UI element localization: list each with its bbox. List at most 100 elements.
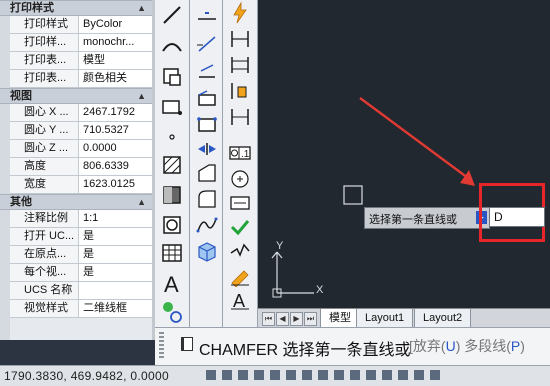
prop-value[interactable]: 806.6339 — [79, 158, 152, 175]
transparency-icon[interactable] — [382, 370, 392, 380]
prop-value[interactable]: monochr... — [79, 34, 152, 51]
3d-osnap-icon[interactable] — [302, 370, 312, 380]
drawing-canvas[interactable]: Y X 选择第一条直线或 ▸ D — [258, 0, 550, 308]
option-polyline-key[interactable]: P — [511, 338, 520, 354]
status-bar: 1790.3830, 469.9482, 0.0000 — [0, 365, 550, 386]
aligned-dim-icon[interactable] — [193, 30, 221, 56]
break-dim-icon[interactable] — [193, 136, 221, 162]
prop-row[interactable]: 打印样... monochr... — [0, 34, 152, 52]
radius-dim-icon[interactable] — [193, 112, 221, 138]
add-selected-icon[interactable] — [158, 298, 186, 324]
arc-tool-icon[interactable] — [158, 34, 186, 60]
quick-properties-icon[interactable] — [398, 370, 408, 380]
prop-row[interactable]: UCS 名称 — [0, 282, 152, 300]
line-tool-icon[interactable] — [158, 2, 186, 28]
prop-row[interactable]: 圆心 X ... 2467.1792 — [0, 104, 152, 122]
spline-icon[interactable] — [193, 212, 221, 238]
prop-row[interactable]: 高度 806.6339 — [0, 158, 152, 176]
linear-dim-icon[interactable] — [193, 2, 221, 28]
prop-value[interactable]: 二维线框 — [79, 300, 152, 317]
command-line[interactable]: CHAMFER 选择第一条直线或 [放弃(U) 多段线(P) — [155, 327, 550, 366]
tab-model[interactable]: 模型 — [320, 309, 360, 328]
text-tool-icon[interactable]: A — [158, 270, 186, 296]
prop-value[interactable]: 0.0000 — [79, 140, 152, 157]
prop-row[interactable]: 打印样式 ByColor — [0, 16, 152, 34]
dim-continue-icon[interactable] — [226, 52, 254, 78]
prop-value[interactable]: 2467.1792 — [79, 104, 152, 121]
prop-value[interactable]: 是 — [79, 228, 152, 245]
section-misc[interactable]: 其他 ▲ — [0, 194, 152, 210]
last-tab-icon[interactable]: ⏭ — [304, 312, 317, 326]
hatch-tool-icon[interactable] — [158, 152, 186, 178]
palette-grip[interactable] — [0, 0, 10, 340]
dynamic-input-icon[interactable] — [350, 370, 360, 380]
prop-value[interactable]: 颜色相关 — [79, 70, 152, 87]
inspect-icon[interactable] — [226, 190, 254, 216]
lineweight-icon[interactable] — [366, 370, 376, 380]
lightning-icon[interactable] — [226, 0, 254, 26]
dim-break-icon[interactable] — [226, 104, 254, 130]
tab-layout2[interactable]: Layout2 — [414, 309, 472, 328]
command-grip-icon[interactable] — [159, 332, 164, 360]
prop-value[interactable]: 是 — [79, 264, 152, 281]
angular-dim-icon[interactable] — [193, 160, 221, 186]
collapse-icon[interactable]: ▲ — [137, 1, 146, 15]
first-tab-icon[interactable]: ⏮ — [262, 312, 275, 326]
box-3d-icon[interactable] — [193, 238, 221, 264]
prop-row[interactable]: 圆心 Y ... 710.5327 — [0, 122, 152, 140]
prop-value[interactable]: 1623.0125 — [79, 176, 152, 193]
prop-row[interactable]: 打开 UC... 是 — [0, 228, 152, 246]
prop-row[interactable]: 打印表... 颜色相关 — [0, 70, 152, 88]
selection-cycling-icon[interactable] — [414, 370, 424, 380]
prop-value[interactable] — [79, 282, 152, 299]
quick-dim-icon[interactable] — [193, 186, 221, 212]
prop-value[interactable]: 1:1 — [79, 210, 152, 227]
dim-space-icon[interactable] — [226, 78, 254, 104]
tab-layout1[interactable]: Layout1 — [356, 309, 414, 328]
otrack-icon[interactable] — [318, 370, 328, 380]
dim-baseline-icon[interactable] — [226, 26, 254, 52]
prop-row[interactable]: 每个视... 是 — [0, 264, 152, 282]
prop-value[interactable]: 模型 — [79, 52, 152, 69]
snap-mode-icon[interactable] — [222, 370, 232, 380]
infer-constraint-icon[interactable] — [206, 370, 216, 380]
rectangle-tool-icon[interactable] — [158, 94, 186, 120]
center-mark-icon[interactable] — [226, 166, 254, 192]
section-print-style[interactable]: 打印样式 ▲ — [0, 0, 152, 16]
gradient-tool-icon[interactable] — [158, 182, 186, 208]
coordinate-readout[interactable]: 1790.3830, 469.9482, 0.0000 — [4, 369, 169, 383]
prop-value[interactable]: 710.5327 — [79, 122, 152, 139]
prop-row[interactable]: 宽度 1623.0125 — [0, 176, 152, 194]
dim-text-edit-icon[interactable]: A — [226, 286, 254, 312]
annotation-monitor-icon[interactable] — [430, 370, 440, 380]
prop-row[interactable]: 视觉样式 二维线框 — [0, 300, 152, 318]
region-tool-icon[interactable] — [158, 212, 186, 238]
object-snap-icon[interactable] — [286, 370, 296, 380]
checkmark-icon[interactable] — [226, 214, 254, 240]
next-tab-icon[interactable]: ▶ — [290, 312, 303, 326]
ortho-mode-icon[interactable] — [254, 370, 264, 380]
prop-value[interactable]: 是 — [79, 246, 152, 263]
polygon-tool-icon[interactable] — [158, 64, 186, 90]
grid-display-icon[interactable] — [238, 370, 248, 380]
point-tool-icon[interactable] — [158, 124, 186, 150]
tolerance-icon[interactable]: .1 — [226, 140, 254, 166]
ducs-icon[interactable] — [334, 370, 344, 380]
prop-row[interactable]: 打印表... 模型 — [0, 52, 152, 70]
prop-value[interactable]: ByColor — [79, 16, 152, 33]
dim-edit-icon[interactable] — [226, 262, 254, 288]
prop-row[interactable]: 在原点... 是 — [0, 246, 152, 264]
option-undo-key[interactable]: U — [446, 338, 456, 354]
arc-length-icon[interactable] — [193, 58, 221, 84]
dynamic-input-field[interactable]: D — [489, 207, 545, 227]
jogged-dim-icon[interactable] — [226, 238, 254, 264]
collapse-icon[interactable]: ▲ — [137, 89, 146, 103]
table-tool-icon[interactable] — [158, 240, 186, 266]
prop-row[interactable]: 圆心 Z ... 0.0000 — [0, 140, 152, 158]
prop-row[interactable]: 注释比例 1:1 — [0, 210, 152, 228]
prev-tab-icon[interactable]: ◀ — [276, 312, 289, 326]
section-view[interactable]: 视图 ▲ — [0, 88, 152, 104]
polar-tracking-icon[interactable] — [270, 370, 280, 380]
ordinate-dim-icon[interactable] — [193, 86, 221, 112]
collapse-icon[interactable]: ▲ — [137, 195, 146, 209]
